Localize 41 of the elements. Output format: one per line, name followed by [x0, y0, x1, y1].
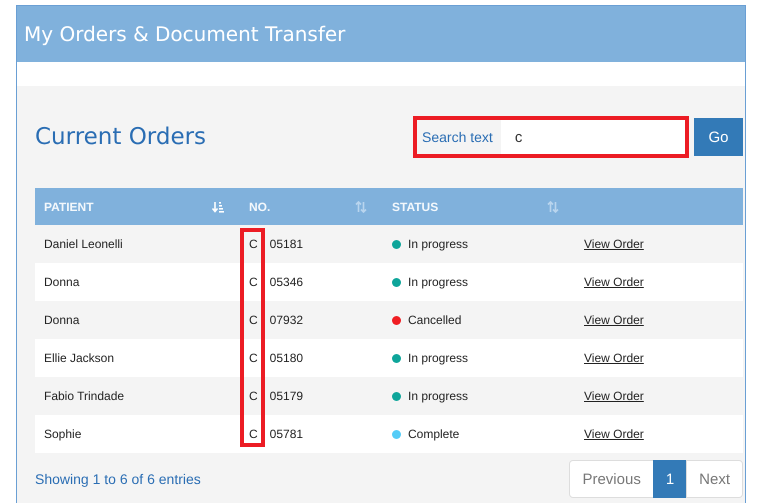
pagination-button[interactable]: Previous: [569, 460, 654, 498]
order-number: 05180: [270, 351, 304, 365]
order-number-prefix: C: [249, 237, 258, 251]
sort-icon[interactable]: [355, 200, 367, 212]
order-number-prefix: C: [249, 313, 258, 327]
view-order-link[interactable]: View Order: [584, 389, 644, 403]
view-order-link[interactable]: View Order: [584, 427, 644, 441]
status-text: In progress: [408, 389, 468, 403]
order-number-prefix: C: [249, 427, 258, 441]
status-text: Complete: [408, 427, 460, 441]
patient-name: Fabio Trindade: [44, 389, 124, 403]
view-order-link[interactable]: View Order: [584, 351, 644, 365]
sort-ascending-icon[interactable]: [212, 200, 224, 212]
status-text: In progress: [408, 351, 468, 365]
order-number-prefix: C: [249, 389, 258, 403]
patient-name: Sophie: [44, 427, 82, 441]
pagination-button[interactable]: Next: [686, 460, 743, 498]
order-number: 05181: [270, 237, 304, 251]
go-button[interactable]: Go: [694, 118, 743, 156]
view-order-link[interactable]: View Order: [584, 275, 644, 289]
view-order-link[interactable]: View Order: [584, 237, 644, 251]
entries-info: Showing 1 to 6 of 6 entries: [35, 471, 201, 487]
patient-name: Donna: [44, 313, 80, 327]
patient-name: Donna: [44, 275, 80, 289]
view-order-link[interactable]: View Order: [584, 313, 644, 327]
order-number-prefix: C: [249, 351, 258, 365]
sort-icon[interactable]: [547, 200, 559, 212]
order-number: 05781: [270, 427, 304, 441]
window-title: My Orders & Document Transfer: [24, 22, 346, 46]
page-heading: Current Orders: [35, 124, 206, 150]
search-field[interactable]: Search text c: [413, 116, 689, 158]
pagination-button[interactable]: 1: [652, 460, 688, 498]
patient-name: Ellie Jackson: [44, 351, 114, 365]
status-text: In progress: [408, 237, 468, 251]
status-text: In progress: [408, 275, 468, 289]
order-number: 05179: [270, 389, 304, 403]
order-number: 07932: [270, 313, 304, 327]
order-number-prefix: C: [249, 275, 258, 289]
patient-name: Daniel Leonelli: [44, 237, 123, 251]
status-text: Cancelled: [408, 313, 462, 327]
order-number: 05346: [270, 275, 304, 289]
